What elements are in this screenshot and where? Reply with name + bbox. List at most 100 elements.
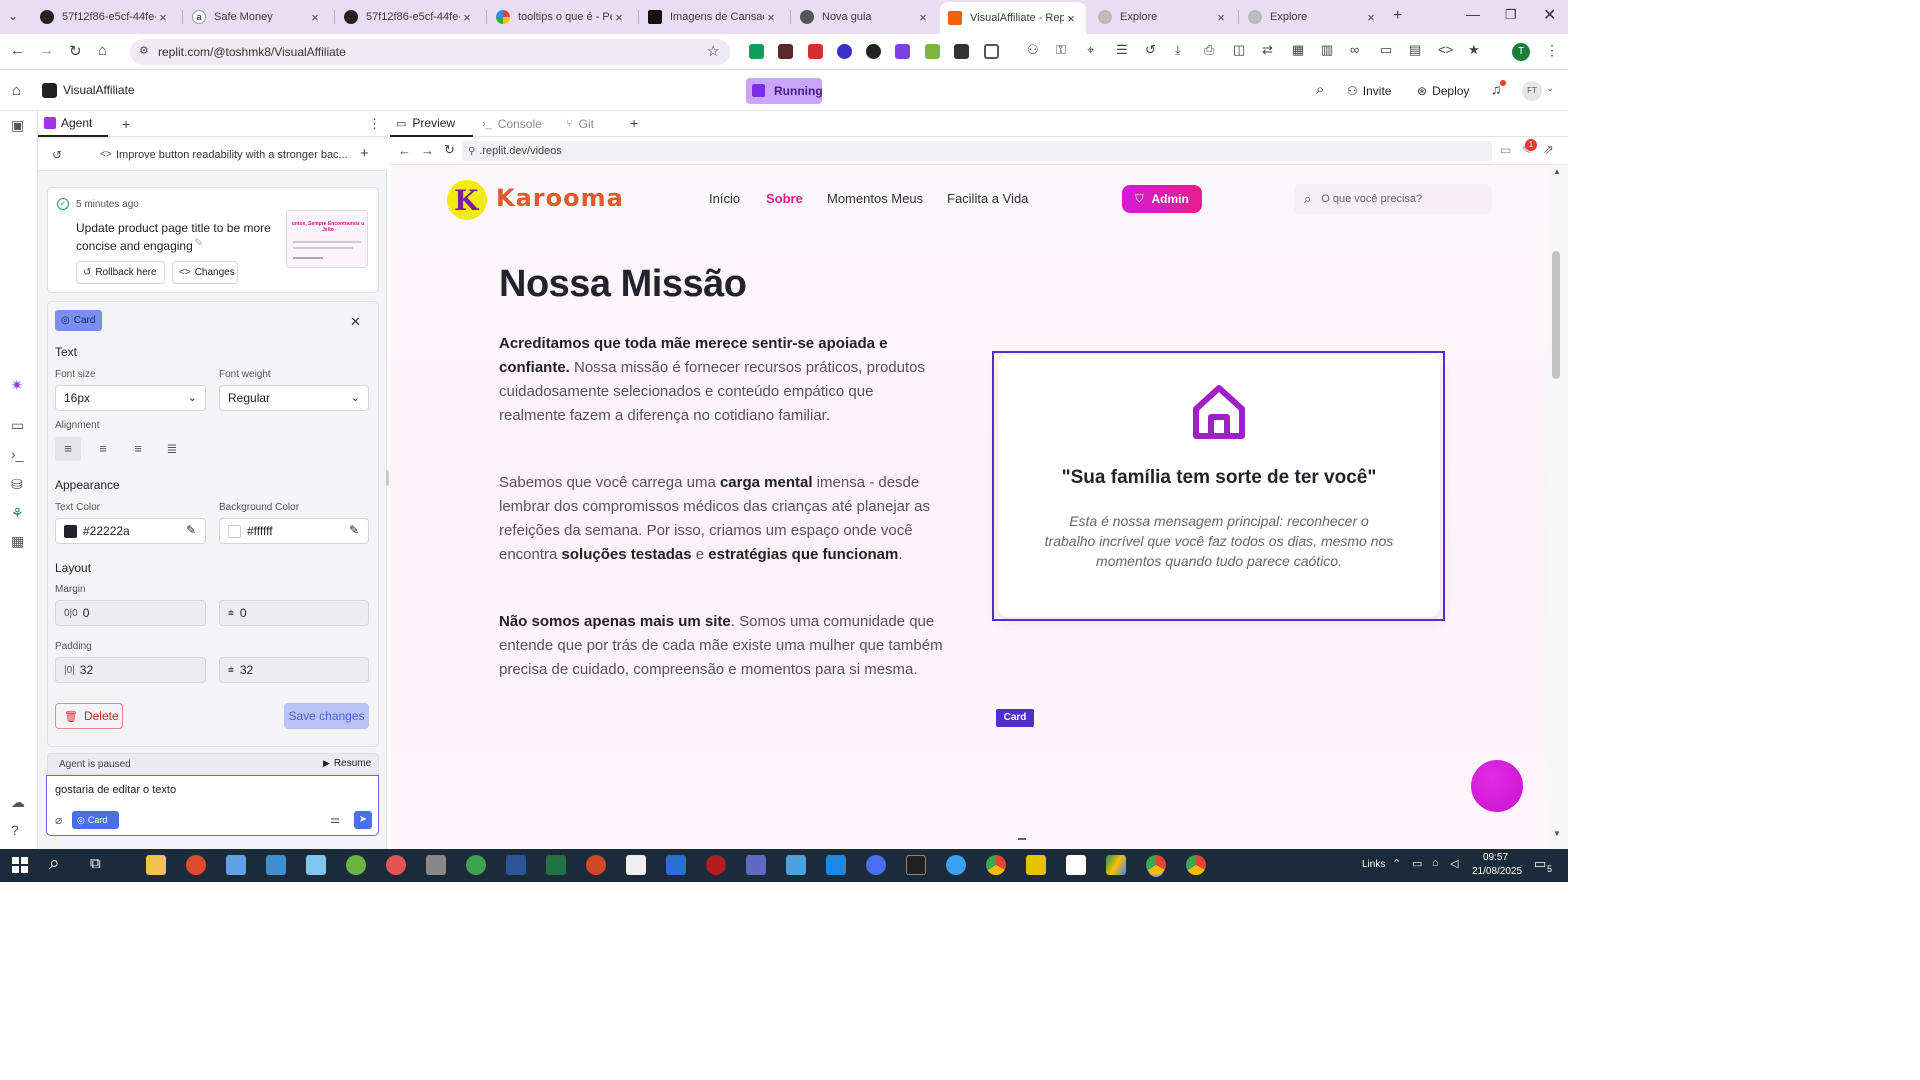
network-icon[interactable]: ⌂	[1432, 857, 1439, 869]
extension-icon[interactable]	[837, 44, 852, 59]
nav-inicio[interactable]: Início	[709, 191, 740, 206]
extension-icon[interactable]	[925, 44, 940, 59]
extension-icon[interactable]	[749, 44, 764, 59]
app-icon[interactable]	[426, 855, 446, 875]
home-icon[interactable]: ⌂	[98, 42, 107, 59]
margin-y-input[interactable]: ⩧ 0	[219, 600, 369, 626]
color-swatch[interactable]	[228, 524, 241, 538]
app-icon[interactable]	[866, 855, 886, 875]
scrollbar-thumb[interactable]	[1552, 251, 1560, 379]
app-icon[interactable]	[1066, 855, 1086, 875]
tray-icon[interactable]: ▭	[1412, 857, 1422, 870]
preview-icon[interactable]: ▭	[11, 417, 24, 434]
app-icon[interactable]	[466, 855, 486, 875]
app-icon[interactable]	[386, 855, 406, 875]
excel-icon[interactable]	[546, 855, 566, 875]
site-logo-text[interactable]: Karooma	[496, 184, 624, 212]
notepad-icon[interactable]	[626, 855, 646, 875]
margin-x-input[interactable]: 0|0 0	[55, 600, 206, 626]
app-icon[interactable]	[746, 855, 766, 875]
powerpoint-icon[interactable]	[586, 855, 606, 875]
app-icon[interactable]	[946, 855, 966, 875]
search-icon[interactable]: ⌕	[1316, 81, 1324, 98]
add-icon[interactable]: +	[360, 145, 369, 162]
app-icon[interactable]	[346, 855, 366, 875]
database-icon[interactable]: ⛁	[11, 476, 23, 493]
link-icon[interactable]: ∞	[1350, 42, 1359, 57]
reading-mode-icon[interactable]: ▥	[1321, 42, 1333, 58]
close-icon[interactable]: ×	[1064, 11, 1078, 26]
admin-button[interactable]: ⛉ Admin	[1122, 185, 1202, 213]
qr-icon[interactable]: ▦	[1292, 42, 1304, 58]
extension-icon[interactable]	[866, 44, 881, 59]
panel-resize-handle[interactable]	[386, 470, 389, 486]
print-icon[interactable]: ⎙	[1204, 42, 1214, 58]
ai-icon[interactable]: ☁	[11, 794, 25, 811]
close-icon[interactable]: ×	[612, 10, 626, 25]
devices-icon[interactable]: ▭	[1500, 143, 1511, 157]
tab-search-chevron-icon[interactable]: ⌄	[8, 9, 18, 23]
tab-preview[interactable]: ▭ Preview	[390, 111, 473, 137]
browser-tab[interactable]: Imagens de Cansaço ×	[640, 4, 786, 30]
bg-color-field[interactable]: #ffffff ✎	[219, 518, 369, 544]
eyedropper-icon[interactable]: ✎	[349, 523, 359, 537]
new-tab-icon[interactable]: +	[1393, 7, 1402, 25]
site-info-icon[interactable]: ⚙	[139, 44, 149, 57]
browser-tab-active[interactable]: VisualAffiliate - Replit ×	[940, 2, 1086, 34]
app-icon[interactable]	[1026, 855, 1046, 875]
chat-input-box[interactable]: gostaria de editar o texto ⌀ ◎ Card ⚌ ➤	[46, 775, 379, 836]
invite-button[interactable]: ⚇ Invite	[1340, 78, 1405, 104]
screenshot-icon[interactable]: ◫	[1233, 42, 1245, 58]
browser-tab[interactable]: a Safe Money ×	[184, 4, 330, 30]
cast-icon[interactable]: ▭	[1380, 42, 1392, 58]
app-icon[interactable]	[226, 855, 246, 875]
close-window-icon[interactable]: ✕	[1543, 5, 1556, 25]
align-justify-icon[interactable]: ≣	[162, 441, 182, 457]
app-icon[interactable]	[826, 855, 846, 875]
nav-momentos-meus[interactable]: Momentos Meus	[827, 191, 923, 206]
volume-icon[interactable]: ◁	[1450, 857, 1458, 870]
history-icon[interactable]: ↺	[52, 148, 62, 162]
calculator-icon[interactable]	[266, 855, 286, 875]
terminal-icon[interactable]	[906, 855, 926, 875]
home-icon[interactable]: ⌂	[12, 82, 21, 99]
rollback-button[interactable]: ↺ Rollback here	[76, 261, 165, 284]
nav-sobre[interactable]: Sobre	[766, 191, 803, 206]
code-icon[interactable]: <>	[1438, 42, 1453, 57]
text-color-field[interactable]: #22222a ✎	[55, 518, 206, 544]
word-icon[interactable]	[506, 855, 526, 875]
user-avatar[interactable]: FT	[1522, 81, 1542, 101]
selected-element-chip[interactable]: ◎ Card	[55, 310, 102, 331]
add-tab-icon[interactable]: +	[122, 116, 130, 132]
tab-console[interactable]: ›_ Console	[476, 111, 556, 137]
padding-y-input[interactable]: ⩧ 32	[219, 657, 369, 683]
chevron-up-icon[interactable]: ⌃	[1392, 857, 1401, 870]
forward-icon[interactable]: →	[421, 143, 434, 158]
app-icon[interactable]	[706, 855, 726, 875]
toolbar-tool-icon[interactable]: ⚇	[1027, 42, 1039, 58]
browser-tab[interactable]: tooltips o que é - Pes ×	[488, 4, 634, 30]
extensions-puzzle-icon[interactable]	[984, 44, 999, 59]
google-drive-icon[interactable]	[1106, 855, 1126, 875]
deploy-button[interactable]: ⊛ Deploy	[1410, 78, 1480, 104]
history-icon[interactable]: ↺	[1145, 42, 1156, 58]
more-menu-icon[interactable]: ⋮	[1545, 42, 1559, 59]
font-weight-select[interactable]: Regular ⌄	[219, 385, 369, 411]
close-icon[interactable]: ×	[1214, 10, 1228, 25]
files-icon[interactable]: ▣	[11, 117, 24, 134]
project-name[interactable]: VisualAffiliate	[63, 83, 135, 97]
restore-icon[interactable]: ❐	[1505, 7, 1517, 23]
file-explorer-icon[interactable]	[146, 855, 166, 875]
color-swatch[interactable]	[64, 524, 77, 538]
scroll-down-icon[interactable]: ▼	[1553, 829, 1561, 838]
app-icon[interactable]	[306, 855, 326, 875]
align-center-icon[interactable]: ≡	[93, 441, 113, 457]
translate-icon[interactable]: ⇄	[1262, 42, 1273, 58]
minimize-icon[interactable]: —	[1466, 6, 1480, 22]
browser-tab[interactable]: 57f12f86-e5cf-44fe-a ×	[336, 4, 482, 30]
save-changes-button[interactable]: Save changes	[284, 703, 369, 729]
clock-date[interactable]: 21/08/2025	[1472, 866, 1522, 877]
extension-icon[interactable]	[954, 44, 969, 59]
changes-button[interactable]: <> Changes	[172, 261, 238, 284]
bookmark-star-icon[interactable]: ☆	[707, 42, 720, 60]
